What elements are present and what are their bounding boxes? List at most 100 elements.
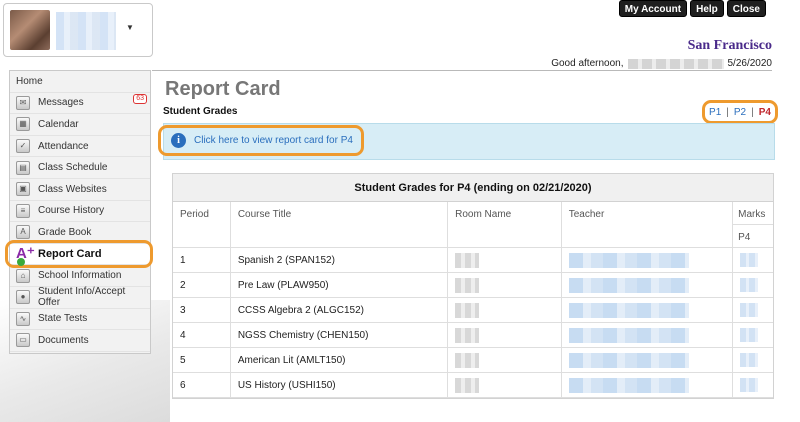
messages-count-badge: 63: [133, 93, 147, 104]
info-link-highlight[interactable]: i Click here to view report card for P4: [158, 125, 364, 156]
student-info-icon: ●: [16, 290, 30, 305]
teacher-redacted[interactable]: [568, 352, 689, 368]
teacher-cell: [562, 298, 734, 322]
sidebar-item-label: Home: [16, 75, 43, 87]
sidebar-item-grade-book[interactable]: A Grade Book: [10, 222, 150, 244]
course-cell: American Lit (AMLT150): [231, 348, 449, 372]
teacher-redacted[interactable]: [568, 327, 689, 343]
teacher-redacted[interactable]: [568, 252, 689, 268]
table-row: 4 NGSS Chemistry (CHEN150): [173, 323, 773, 348]
greeting-line: Good afternoon, 5/26/2020: [551, 58, 772, 69]
sidebar-item-class-schedule[interactable]: ▤ Class Schedule: [10, 157, 150, 179]
schedule-icon: ▤: [16, 160, 30, 175]
column-header-marks: Marks P4: [733, 202, 773, 247]
help-button[interactable]: Help: [690, 0, 724, 17]
teacher-redacted[interactable]: [568, 277, 689, 293]
grades-table: Student Grades for P4 (ending on 02/21/2…: [172, 173, 774, 399]
my-account-button[interactable]: My Account: [618, 0, 688, 17]
mark-cell: [733, 323, 773, 347]
mark-cell: [733, 348, 773, 372]
room-cell: [448, 248, 562, 272]
column-header-course: Course Title: [231, 202, 449, 247]
teacher-redacted[interactable]: [568, 377, 689, 393]
room-cell: [448, 348, 562, 372]
mark-cell: [733, 373, 773, 397]
section-heading: Student Grades: [163, 106, 238, 117]
sidebar-item-home[interactable]: Home: [10, 71, 150, 93]
table-title: Student Grades for P4 (ending on 02/21/2…: [173, 174, 773, 202]
messages-icon: ✉: [16, 95, 30, 110]
period-link-p2[interactable]: P2: [734, 107, 746, 118]
teacher-cell: [562, 323, 734, 347]
table-row: 5 American Lit (AMLT150): [173, 348, 773, 373]
header-divider: [152, 70, 772, 71]
sidebar-item-label: Report Card: [38, 248, 102, 261]
column-header-room: Room Name: [448, 202, 562, 247]
sidebar-item-label: Documents: [38, 334, 89, 346]
school-name: San Francisco: [687, 38, 772, 53]
sidebar-item-attendance[interactable]: ✓ Attendance: [10, 136, 150, 158]
page-title: Report Card: [165, 78, 281, 100]
attendance-icon: ✓: [16, 139, 30, 154]
period-cell: 1: [173, 248, 231, 272]
close-button[interactable]: Close: [726, 0, 766, 17]
mark-redacted[interactable]: [740, 253, 759, 267]
sidebar-item-class-websites[interactable]: ▣ Class Websites: [10, 179, 150, 201]
mark-redacted[interactable]: [740, 353, 759, 367]
mark-redacted[interactable]: [740, 328, 759, 342]
period-cell: 4: [173, 323, 231, 347]
course-history-icon: ≡: [16, 203, 30, 218]
course-cell: US History (USHI150): [231, 373, 449, 397]
sidebar-item-messages[interactable]: ✉ Messages 63: [10, 93, 150, 115]
room-cell: [448, 273, 562, 297]
sidebar-item-label: Course History: [38, 205, 105, 217]
state-tests-icon: ∿: [16, 311, 30, 326]
documents-icon: ▭: [16, 333, 30, 348]
view-report-card-link[interactable]: Click here to view report card for P4: [194, 135, 353, 146]
info-icon: i: [171, 133, 186, 148]
room-cell: [448, 373, 562, 397]
period-separator: |: [726, 106, 729, 118]
period-separator: |: [751, 106, 754, 118]
period-cell: 3: [173, 298, 231, 322]
room-redacted: [455, 277, 480, 293]
sidebar-item-student-info[interactable]: ● Student Info/Accept Offer: [10, 286, 150, 309]
sidebar-nav: Home ✉ Messages 63 ▦ Calendar ✓ Attendan…: [9, 70, 151, 354]
teacher-redacted[interactable]: [568, 302, 689, 318]
sidebar-item-label: Calendar: [38, 118, 79, 130]
table-header-row: Period Course Title Room Name Teacher Ma…: [173, 202, 773, 248]
chevron-down-icon[interactable]: ▼: [126, 23, 134, 32]
sidebar-item-calendar[interactable]: ▦ Calendar: [10, 114, 150, 136]
mark-redacted[interactable]: [740, 278, 759, 292]
period-current-p4[interactable]: P4: [759, 107, 771, 118]
websites-icon: ▣: [16, 182, 30, 197]
mark-redacted[interactable]: [740, 303, 759, 317]
room-redacted: [455, 252, 480, 268]
mark-redacted[interactable]: [740, 378, 759, 392]
mark-cell: [733, 248, 773, 272]
teacher-cell: [562, 248, 734, 272]
sidebar-item-label: Messages: [38, 97, 84, 109]
sidebar-item-documents[interactable]: ▭ Documents: [10, 330, 150, 352]
teacher-cell: [562, 273, 734, 297]
mark-cell: [733, 273, 773, 297]
sidebar-item-label: State Tests: [38, 313, 88, 325]
sidebar-item-school-information[interactable]: ⌂ School Information: [10, 265, 150, 287]
course-cell: Pre Law (PLAW950): [231, 273, 449, 297]
user-profile-switcher[interactable]: ▼: [3, 3, 153, 57]
table-row: 3 CCSS Algebra 2 (ALGC152): [173, 298, 773, 323]
table-row: 2 Pre Law (PLAW950): [173, 273, 773, 298]
period-link-p1[interactable]: P1: [709, 107, 721, 118]
room-cell: [448, 323, 562, 347]
sidebar-item-state-tests[interactable]: ∿ State Tests: [10, 309, 150, 331]
gradebook-icon: A: [16, 225, 30, 240]
sidebar-item-label: Grade Book: [38, 226, 92, 238]
sidebar-item-label: Class Websites: [38, 183, 107, 195]
table-row: 1 Spanish 2 (SPAN152): [173, 248, 773, 273]
teacher-cell: [562, 373, 734, 397]
column-header-period: Period: [173, 202, 231, 247]
check-icon: [17, 258, 25, 266]
sidebar-item-course-history[interactable]: ≡ Course History: [10, 201, 150, 223]
sidebar-item-report-card[interactable]: A⁺ Report Card: [10, 243, 150, 266]
column-header-teacher: Teacher: [562, 202, 734, 247]
